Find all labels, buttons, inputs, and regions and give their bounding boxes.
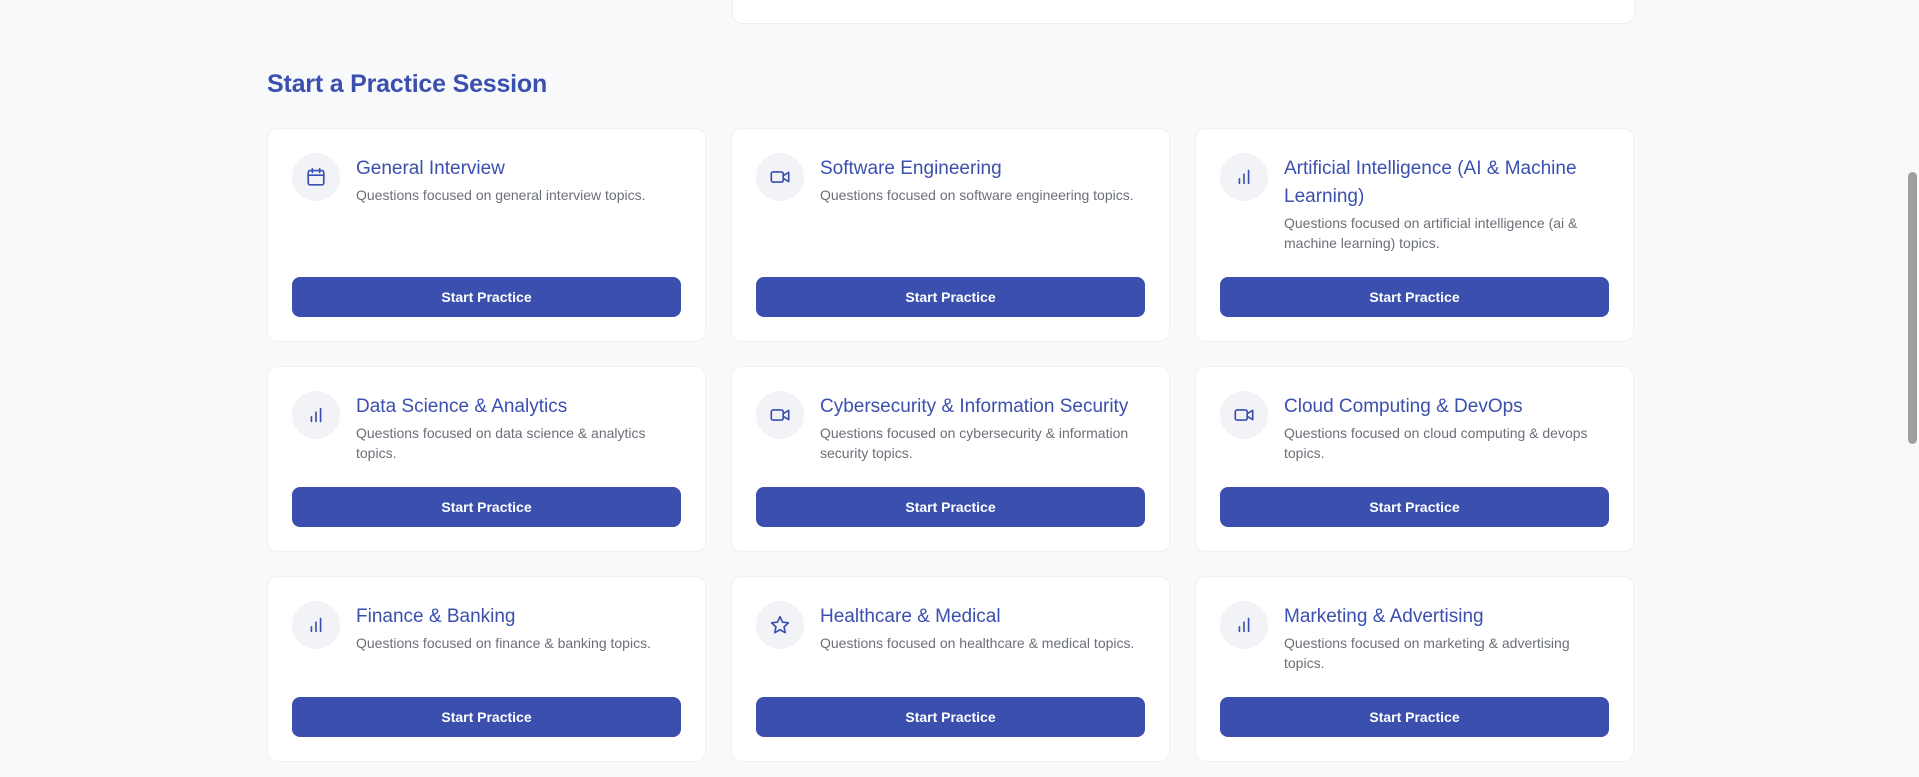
practice-card-software-engineering: Software Engineering Questions focused o… [731, 128, 1170, 342]
practice-card-artificial-intelligence: Artificial Intelligence (AI & Machine Le… [1195, 128, 1634, 342]
practice-card-healthcare-medical: Healthcare & Medical Questions focused o… [731, 576, 1170, 762]
practice-card-finance-banking: Finance & Banking Questions focused on f… [267, 576, 706, 762]
video-icon [1220, 391, 1268, 439]
start-practice-button[interactable]: Start Practice [756, 697, 1145, 737]
section-title: Start a Practice Session [267, 70, 548, 98]
card-description: Questions focused on data science & anal… [356, 425, 646, 461]
bar-chart-icon [1220, 601, 1268, 649]
card-description: Questions focused on cloud computing & d… [1284, 425, 1588, 461]
bar-chart-icon [292, 391, 340, 439]
card-title: Software Engineering [820, 158, 1002, 179]
start-practice-button[interactable]: Start Practice [1220, 277, 1609, 317]
start-practice-button[interactable]: Start Practice [292, 277, 681, 317]
card-title: Cloud Computing & DevOps [1284, 396, 1523, 417]
bar-chart-icon [292, 601, 340, 649]
card-description: Questions focused on cybersecurity & inf… [820, 425, 1129, 461]
card-title: Marketing & Advertising [1284, 606, 1484, 627]
practice-session-grid: General Interview Questions focused on g… [267, 128, 1635, 762]
card-description: Questions focused on general interview t… [356, 187, 646, 203]
calendar-icon [292, 153, 340, 201]
start-practice-button[interactable]: Start Practice [756, 487, 1145, 527]
card-description: Questions focused on marketing & adverti… [1284, 635, 1570, 671]
card-title: Data Science & Analytics [356, 396, 568, 417]
bar-chart-icon [1220, 153, 1268, 201]
practice-card-cybersecurity: Cybersecurity & Information Security Que… [731, 366, 1170, 552]
card-description: Questions focused on healthcare & medica… [820, 635, 1135, 651]
start-practice-button[interactable]: Start Practice [292, 697, 681, 737]
previous-section-card [732, 0, 1635, 24]
practice-card-general-interview: General Interview Questions focused on g… [267, 128, 706, 342]
card-title: Finance & Banking [356, 606, 516, 627]
start-practice-button[interactable]: Start Practice [756, 277, 1145, 317]
star-icon [756, 601, 804, 649]
card-description: Questions focused on software engineerin… [820, 187, 1134, 203]
card-description: Questions focused on finance & banking t… [356, 635, 651, 651]
card-description: Questions focused on artificial intellig… [1284, 215, 1578, 251]
video-icon [756, 391, 804, 439]
card-title: Healthcare & Medical [820, 606, 1001, 627]
scrollbar-thumb[interactable] [1908, 172, 1917, 444]
practice-card-cloud-computing: Cloud Computing & DevOps Questions focus… [1195, 366, 1634, 552]
practice-card-marketing-advertising: Marketing & Advertising Questions focuse… [1195, 576, 1634, 762]
start-practice-button[interactable]: Start Practice [1220, 487, 1609, 527]
page-scrollbar[interactable] [1905, 0, 1919, 777]
video-icon [756, 153, 804, 201]
card-title: Cybersecurity & Information Security [820, 396, 1129, 417]
start-practice-button[interactable]: Start Practice [1220, 697, 1609, 737]
card-title: General Interview [356, 158, 505, 179]
start-practice-button[interactable]: Start Practice [292, 487, 681, 527]
practice-card-data-science: Data Science & Analytics Questions focus… [267, 366, 706, 552]
card-title: Artificial Intelligence (AI & Machine Le… [1284, 158, 1577, 207]
